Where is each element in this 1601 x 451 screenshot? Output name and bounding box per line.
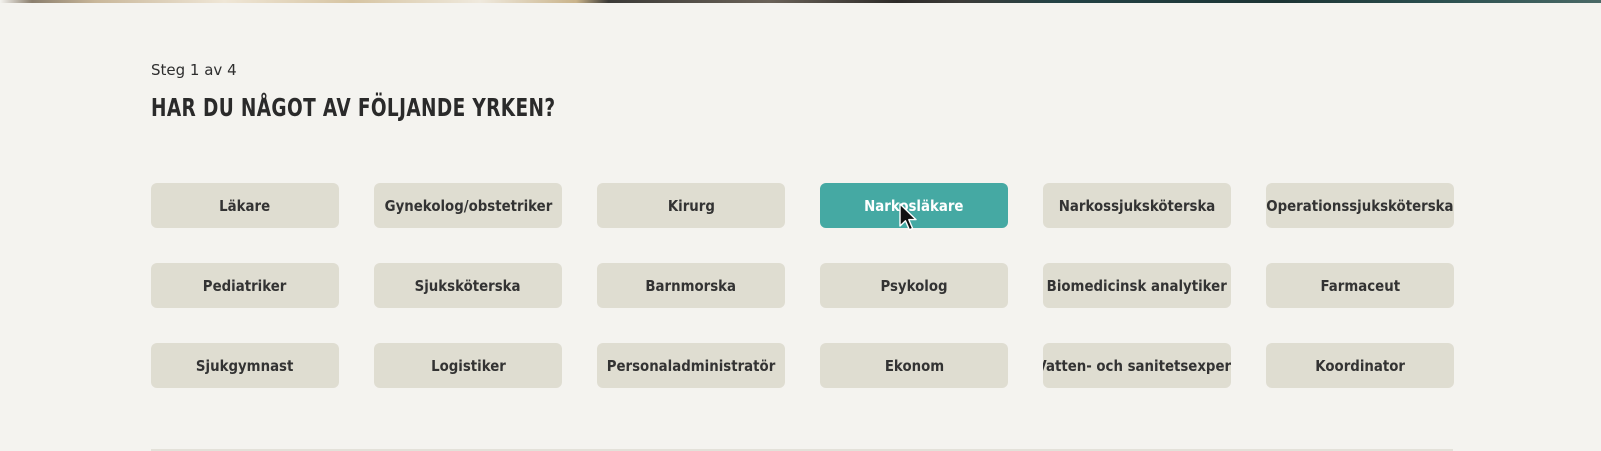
profession-options: Läkare Gynekolog/obstetriker Kirurg Nark… [151, 183, 1454, 388]
option-button-barnmorska[interactable]: Barnmorska [597, 263, 785, 308]
option-button-personaladministrator[interactable]: Personaladministratör [597, 343, 785, 388]
option-button-gynekolog-obstetriker[interactable]: Gynekolog/obstetriker [374, 183, 562, 228]
option-button-biomedicinsk-analytiker[interactable]: Biomedicinsk analytiker [1043, 263, 1231, 308]
option-label: Narkosläkare [864, 196, 964, 215]
option-label: Sjuksköterska [415, 276, 521, 295]
option-button-logistiker[interactable]: Logistiker [374, 343, 562, 388]
option-button-lakare[interactable]: Läkare [151, 183, 339, 228]
option-label: Biomedicinsk analytiker [1046, 276, 1228, 295]
option-label: Sjukgymnast [196, 356, 294, 375]
option-button-narkoslakare[interactable]: Narkosläkare [820, 183, 1008, 228]
option-label: Farmaceut [1320, 276, 1400, 295]
question-title: HAR DU NÅGOT AV FÖLJANDE YRKEN? [151, 93, 556, 122]
header-image-strip [0, 0, 1601, 3]
option-label: Kirurg [667, 196, 715, 215]
option-button-ekonom[interactable]: Ekonom [820, 343, 1008, 388]
option-label: Logistiker [430, 356, 506, 375]
option-label: Gynekolog/obstetriker [384, 196, 552, 215]
option-label: Läkare [219, 196, 271, 215]
option-button-koordinator[interactable]: Koordinator [1266, 343, 1454, 388]
option-label: Barnmorska [645, 276, 737, 295]
option-button-vatten-och-sanitetsexpert[interactable]: Vatten- och sanitetsexpert [1043, 343, 1231, 388]
option-button-operationssjukskoterska[interactable]: Operationssjuksköterska [1266, 183, 1454, 228]
option-label: Narkossjuksköterska [1058, 196, 1216, 215]
step-indicator: Steg 1 av 4 [151, 61, 237, 79]
option-button-farmaceut[interactable]: Farmaceut [1266, 263, 1454, 308]
option-button-kirurg[interactable]: Kirurg [597, 183, 785, 228]
option-label: Ekonom [884, 356, 944, 375]
option-button-sjukskoterska[interactable]: Sjuksköterska [374, 263, 562, 308]
option-label: Operationssjuksköterska [1266, 196, 1454, 215]
option-label: Vatten- och sanitetsexpert [1043, 356, 1231, 375]
option-label: Personaladministratör [606, 356, 776, 375]
option-button-psykolog[interactable]: Psykolog [820, 263, 1008, 308]
option-label: Koordinator [1315, 356, 1405, 375]
option-button-pediatriker[interactable]: Pediatriker [151, 263, 339, 308]
option-label: Psykolog [880, 276, 948, 295]
option-label: Pediatriker [203, 276, 287, 295]
option-button-narkossjukskoterska[interactable]: Narkossjuksköterska [1043, 183, 1231, 228]
option-button-sjukgymnast[interactable]: Sjukgymnast [151, 343, 339, 388]
